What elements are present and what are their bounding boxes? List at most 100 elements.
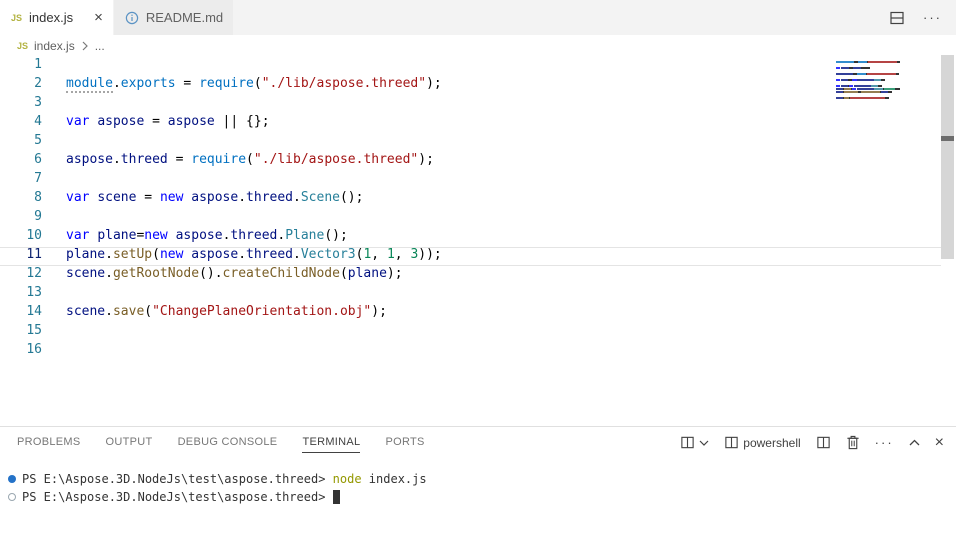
info-icon <box>125 11 139 25</box>
minimap-line <box>836 97 889 99</box>
trash-icon[interactable] <box>846 435 860 450</box>
js-file-icon: JS <box>11 13 22 23</box>
code-line[interactable]: 9 <box>0 209 941 228</box>
line-number: 9 <box>0 209 42 228</box>
code-line[interactable]: 14scene.save("ChangePlaneOrientation.obj… <box>0 304 941 323</box>
bottom-panel: PROBLEMS OUTPUT DEBUG CONSOLE TERMINAL P… <box>0 426 956 558</box>
code-line[interactable]: 16 <box>0 342 941 361</box>
line-number: 12 <box>0 266 42 285</box>
editor-actions: ··· <box>889 0 956 35</box>
code-text: scene.save("ChangePlaneOrientation.obj")… <box>42 304 387 323</box>
code-line[interactable]: 13 <box>0 285 941 304</box>
minimap-line <box>836 85 882 87</box>
line-number: 3 <box>0 95 42 114</box>
code-text <box>42 171 66 190</box>
code-text <box>42 323 66 342</box>
more-actions-icon[interactable]: ··· <box>875 435 894 450</box>
code-text: var scene = new aspose.threed.Scene(); <box>42 190 363 209</box>
code-text: aspose.threed = require("./lib/aspose.th… <box>42 152 434 171</box>
line-number: 4 <box>0 114 42 133</box>
scrollbar-overview-mark <box>941 136 954 141</box>
terminal-panel-icon <box>724 435 739 450</box>
code-line[interactable]: 8var scene = new aspose.threed.Scene(); <box>0 190 941 209</box>
code-area: 12module.exports = require("./lib/aspose… <box>0 57 941 361</box>
minimap-line <box>836 88 900 90</box>
terminal-cursor <box>333 490 340 504</box>
line-number: 2 <box>0 76 42 95</box>
terminal-text: PS E:\Aspose.3D.NodeJs\test\aspose.three… <box>22 472 333 486</box>
minimap-line <box>836 79 885 81</box>
code-text: module.exports = require("./lib/aspose.t… <box>42 76 442 95</box>
split-editor-icon[interactable] <box>889 10 905 26</box>
code-line[interactable]: 7 <box>0 171 941 190</box>
chevron-down-icon <box>699 440 709 446</box>
code-line[interactable]: 3 <box>0 95 941 114</box>
code-text <box>42 342 66 361</box>
terminal-output[interactable]: PS E:\Aspose.3D.NodeJs\test\aspose.three… <box>0 458 956 506</box>
command-decoration-icon[interactable] <box>8 475 16 483</box>
maximize-panel-icon[interactable] <box>909 439 920 446</box>
tab-index-js[interactable]: JS index.js × <box>0 0 114 35</box>
editor-scrollbar[interactable] <box>941 55 954 259</box>
line-number: 5 <box>0 133 42 152</box>
code-editor[interactable]: 12module.exports = require("./lib/aspose… <box>0 57 956 426</box>
panel-tab-debug-console[interactable]: DEBUG CONSOLE <box>178 433 278 453</box>
code-line[interactable]: 5 <box>0 133 941 152</box>
line-number: 8 <box>0 190 42 209</box>
panel-actions: powershell ··· × <box>680 435 944 451</box>
terminal-profile-label: powershell <box>743 436 800 450</box>
terminal-line: PS E:\Aspose.3D.NodeJs\test\aspose.three… <box>0 488 956 506</box>
line-number: 6 <box>0 152 42 171</box>
code-line[interactable]: 15 <box>0 323 941 342</box>
terminal-instance-item[interactable]: powershell <box>724 435 800 450</box>
line-number: 13 <box>0 285 42 304</box>
line-number: 11 <box>0 247 42 266</box>
code-text: scene.getRootNode().createChildNode(plan… <box>42 266 403 285</box>
split-terminal-icon[interactable] <box>816 435 831 450</box>
minimap-line <box>836 91 892 93</box>
panel-header: PROBLEMS OUTPUT DEBUG CONSOLE TERMINAL P… <box>0 427 956 458</box>
breadcrumb: JS index.js ... <box>0 35 956 57</box>
line-number: 10 <box>0 228 42 247</box>
code-line[interactable]: 11plane.setUp(new aspose.threed.Vector3(… <box>0 247 941 266</box>
panel-tab-output[interactable]: OUTPUT <box>106 433 153 453</box>
tab-readme-md[interactable]: README.md <box>114 0 234 35</box>
more-actions-icon[interactable]: ··· <box>923 10 942 25</box>
close-icon[interactable]: × <box>94 10 103 25</box>
panel-tab-terminal[interactable]: TERMINAL <box>302 433 360 453</box>
code-line[interactable]: 1 <box>0 57 941 76</box>
code-line[interactable]: 10var plane=new aspose.threed.Plane(); <box>0 228 941 247</box>
code-text <box>42 133 66 152</box>
terminal-text: index.js <box>362 472 427 486</box>
code-text: plane.setUp(new aspose.threed.Vector3(1,… <box>42 247 442 266</box>
code-text <box>42 57 66 76</box>
code-line[interactable]: 12scene.getRootNode().createChildNode(pl… <box>0 266 941 285</box>
launch-profile-button[interactable] <box>680 435 709 450</box>
line-number: 16 <box>0 342 42 361</box>
close-panel-icon[interactable]: × <box>935 435 944 451</box>
js-file-icon: JS <box>17 41 28 51</box>
vscode-window: JS index.js × README.md ··· JS index.js … <box>0 0 956 558</box>
panel-tab-problems[interactable]: PROBLEMS <box>17 433 81 453</box>
tab-bar: JS index.js × README.md ··· <box>0 0 956 35</box>
code-line[interactable]: 6aspose.threed = require("./lib/aspose.t… <box>0 152 941 171</box>
minimap-line <box>836 73 899 75</box>
code-line[interactable]: 4var aspose = aspose || {}; <box>0 114 941 133</box>
terminal-text: PS E:\Aspose.3D.NodeJs\test\aspose.three… <box>22 490 333 504</box>
minimap-line <box>836 61 900 63</box>
minimap[interactable] <box>836 57 936 426</box>
chevron-right-icon <box>81 41 89 51</box>
code-text: var plane=new aspose.threed.Plane(); <box>42 228 348 247</box>
tab-label: README.md <box>146 10 223 25</box>
line-number: 7 <box>0 171 42 190</box>
prompt-decoration-icon[interactable] <box>8 493 16 501</box>
terminal-text: node <box>333 472 362 486</box>
line-number: 15 <box>0 323 42 342</box>
code-text <box>42 95 66 114</box>
breadcrumb-file[interactable]: index.js <box>34 39 75 53</box>
code-text: var aspose = aspose || {}; <box>42 114 270 133</box>
breadcrumb-symbol[interactable]: ... <box>95 39 105 53</box>
minimap-line <box>836 67 870 69</box>
panel-tab-ports[interactable]: PORTS <box>385 433 424 453</box>
code-line[interactable]: 2module.exports = require("./lib/aspose.… <box>0 76 941 95</box>
